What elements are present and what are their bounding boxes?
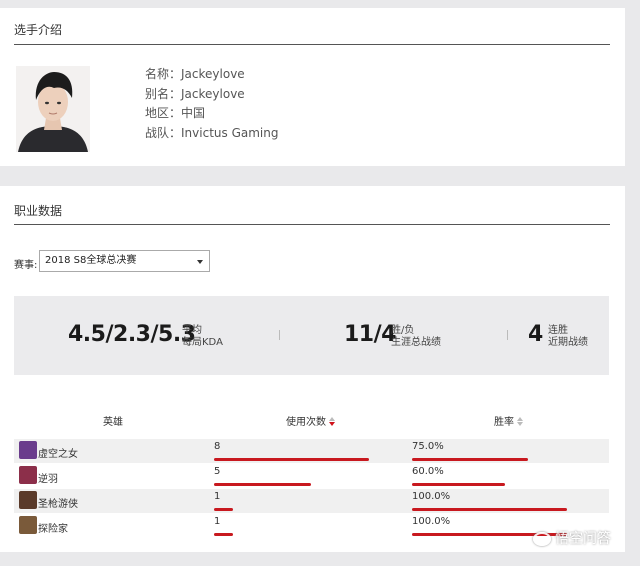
column-header-hero: 英雄 — [103, 417, 123, 428]
table-row[interactable]: 逆羽 5 60.0% — [14, 464, 609, 488]
record-label-wl: 胜/负 — [391, 325, 415, 336]
player-intro-card: 选手介绍 名称：Jackeylove 别名：Jackeylove 地区：中国 战… — [0, 8, 625, 166]
season-select[interactable]: 2018 S8全球总决赛 — [39, 250, 210, 272]
hero-portrait-icon — [19, 516, 37, 534]
watermark-logo-icon — [533, 532, 551, 546]
hero-portrait-icon — [19, 466, 37, 484]
stats-panel: 4.5/2.3/5.3 平均 每局KDA 11/4 胜/负 生涯总战绩 4 连胜… — [14, 296, 609, 375]
kda-label-avg: 平均 — [182, 325, 202, 336]
avatar — [16, 66, 90, 152]
kda-value: 4.5/2.3/5.3 — [68, 322, 196, 347]
chevron-down-icon — [197, 260, 203, 264]
hero-winrate-value: 60.0% — [412, 466, 444, 477]
hero-uses-value: 5 — [214, 466, 221, 477]
season-selected-value: 2018 S8全球总决赛 — [45, 255, 137, 266]
table-row[interactable]: 探险家 1 100.0% — [14, 514, 609, 538]
uses-bar — [214, 458, 369, 461]
record-value: 11/4 — [344, 322, 396, 347]
hero-uses-value: 1 — [214, 516, 221, 527]
uses-bar — [214, 533, 234, 536]
section-title-intro: 选手介绍 — [14, 23, 63, 37]
stat-divider — [507, 330, 508, 340]
winrate-bar — [412, 508, 567, 511]
column-header-winrate-label: 胜率 — [494, 417, 514, 428]
winrate-bar — [412, 483, 505, 486]
divider — [14, 224, 610, 225]
hero-portrait-icon — [19, 441, 37, 459]
column-header-winrate[interactable]: 胜率 — [494, 413, 523, 428]
streak-value: 4 — [528, 322, 543, 347]
info-team: 战队：Invictus Gaming — [145, 126, 279, 140]
info-region: 地区：中国 — [145, 106, 206, 120]
hero-name: 探险家 — [38, 524, 68, 535]
career-data-card: 职业数据 赛事: 2018 S8全球总决赛 4.5/2.3/5.3 平均 每局K… — [0, 186, 625, 552]
sort-icon[interactable] — [517, 417, 523, 427]
table-row[interactable]: 虚空之女 8 75.0% — [14, 439, 609, 463]
hero-winrate-value: 75.0% — [412, 441, 444, 452]
streak-label-wins: 连胜 — [548, 325, 568, 336]
hero-name: 逆羽 — [38, 474, 58, 485]
streak-label-recent: 近期战绩 — [548, 337, 588, 348]
hero-name: 虚空之女 — [38, 449, 78, 460]
info-alias: 别名：Jackeylove — [145, 87, 245, 101]
hero-winrate-value: 100.0% — [412, 491, 451, 502]
sort-icon[interactable] — [329, 417, 335, 427]
hero-name: 圣枪游侠 — [38, 499, 78, 510]
hero-portrait-icon — [19, 491, 37, 509]
record-label-career: 生涯总战绩 — [391, 337, 441, 348]
season-label: 赛事: — [14, 260, 38, 271]
table-row[interactable]: 圣枪游侠 1 100.0% — [14, 489, 609, 513]
column-header-uses[interactable]: 使用次数 — [286, 413, 335, 428]
divider — [14, 44, 610, 45]
uses-bar — [214, 508, 234, 511]
hero-winrate-value: 100.0% — [412, 516, 451, 527]
watermark: 悟空问答 — [533, 528, 611, 548]
section-title-career: 职业数据 — [14, 204, 63, 218]
info-name: 名称：Jackeylove — [145, 67, 245, 81]
watermark-text: 悟空问答 — [555, 531, 611, 547]
kda-label-per-game: 每局KDA — [182, 337, 223, 348]
column-header-uses-label: 使用次数 — [286, 417, 326, 428]
player-photo — [16, 66, 90, 152]
hero-uses-value: 8 — [214, 441, 221, 452]
hero-uses-value: 1 — [214, 491, 221, 502]
uses-bar — [214, 483, 311, 486]
stat-divider — [279, 330, 280, 340]
winrate-bar — [412, 458, 529, 461]
